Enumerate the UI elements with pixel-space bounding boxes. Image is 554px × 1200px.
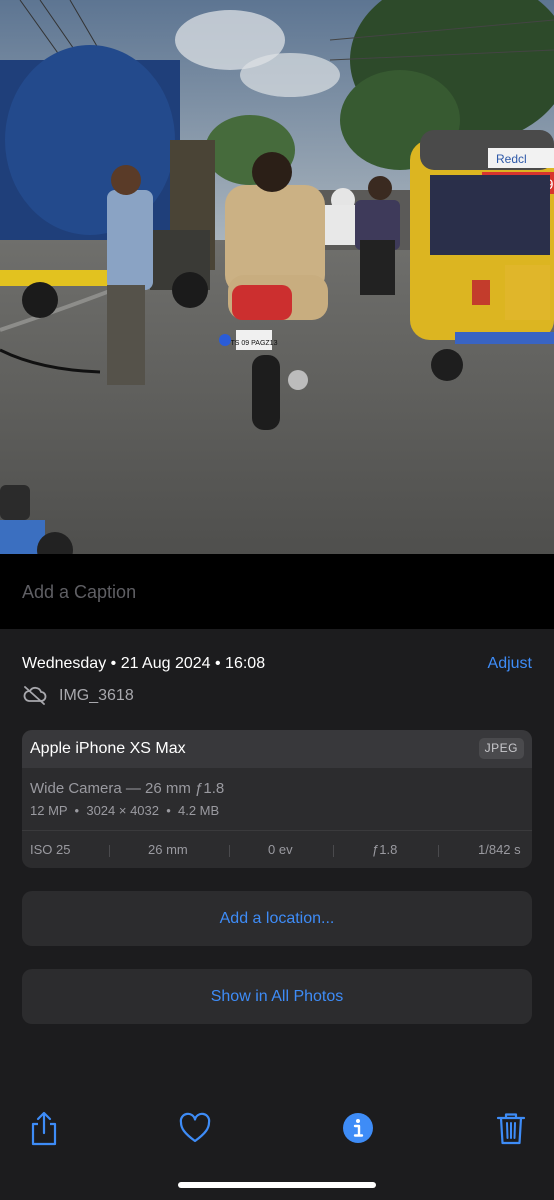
info-icon [338,1108,378,1148]
delete-button[interactable] [491,1108,531,1148]
share-icon [24,1108,64,1148]
exif-shutter-speed: 1/842 s [478,842,521,857]
file-name: IMG_3618 [59,687,134,704]
exif-separator [229,845,230,857]
file-row: IMG_3618 [22,685,322,709]
exif-separator [438,845,439,857]
exif-iso: ISO 25 [30,842,71,857]
format-badge: JPEG [478,738,524,759]
license-plate: TS 09 PAGZ13 [231,340,278,347]
share-button[interactable] [24,1108,64,1148]
exif-separator [109,845,110,857]
home-indicator[interactable] [178,1182,376,1188]
caption-input[interactable] [22,582,522,603]
caption-area [0,554,554,629]
exif-separator [333,845,334,857]
exif-focal-length: 26 mm [148,842,188,857]
capture-date: Wednesday • 21 Aug 2024 • 16:08 [22,655,266,672]
favorite-button[interactable] [175,1108,215,1148]
photo-viewer[interactable]: TS 09 PAGZ13 Redcl 599 [0,0,554,554]
date-row: Wednesday • 21 Aug 2024 • 16:08 Adjust [22,653,532,677]
exif-exposure-bias: 0 ev [268,842,293,857]
image-specs: 12 MP • 3024 × 4032 • 4.2 MB [30,803,220,818]
rickshaw-sign: Redcl [496,152,527,166]
device-name: Apple iPhone XS Max [30,740,186,757]
heart-icon [175,1108,215,1148]
add-location-button[interactable]: Add a location... [22,891,532,946]
lens-info: Wide Camera — 26 mm ƒ1.8 [30,780,225,797]
info-button[interactable] [338,1108,378,1148]
trash-icon [491,1108,531,1148]
camera-info-card: Apple iPhone XS Max JPEG Wide Camera — 2… [22,730,532,868]
cloud-slash-icon [22,685,48,705]
info-panel: Wednesday • 21 Aug 2024 • 16:08 Adjust I… [0,629,554,1088]
show-in-all-photos-button[interactable]: Show in All Photos [22,969,532,1024]
exif-row: ISO 25 26 mm 0 ev ƒ1.8 1/842 s [22,831,532,868]
adjust-button[interactable]: Adjust [488,655,532,673]
exif-aperture: ƒ1.8 [372,842,398,857]
device-header: Apple iPhone XS Max JPEG [22,730,532,768]
